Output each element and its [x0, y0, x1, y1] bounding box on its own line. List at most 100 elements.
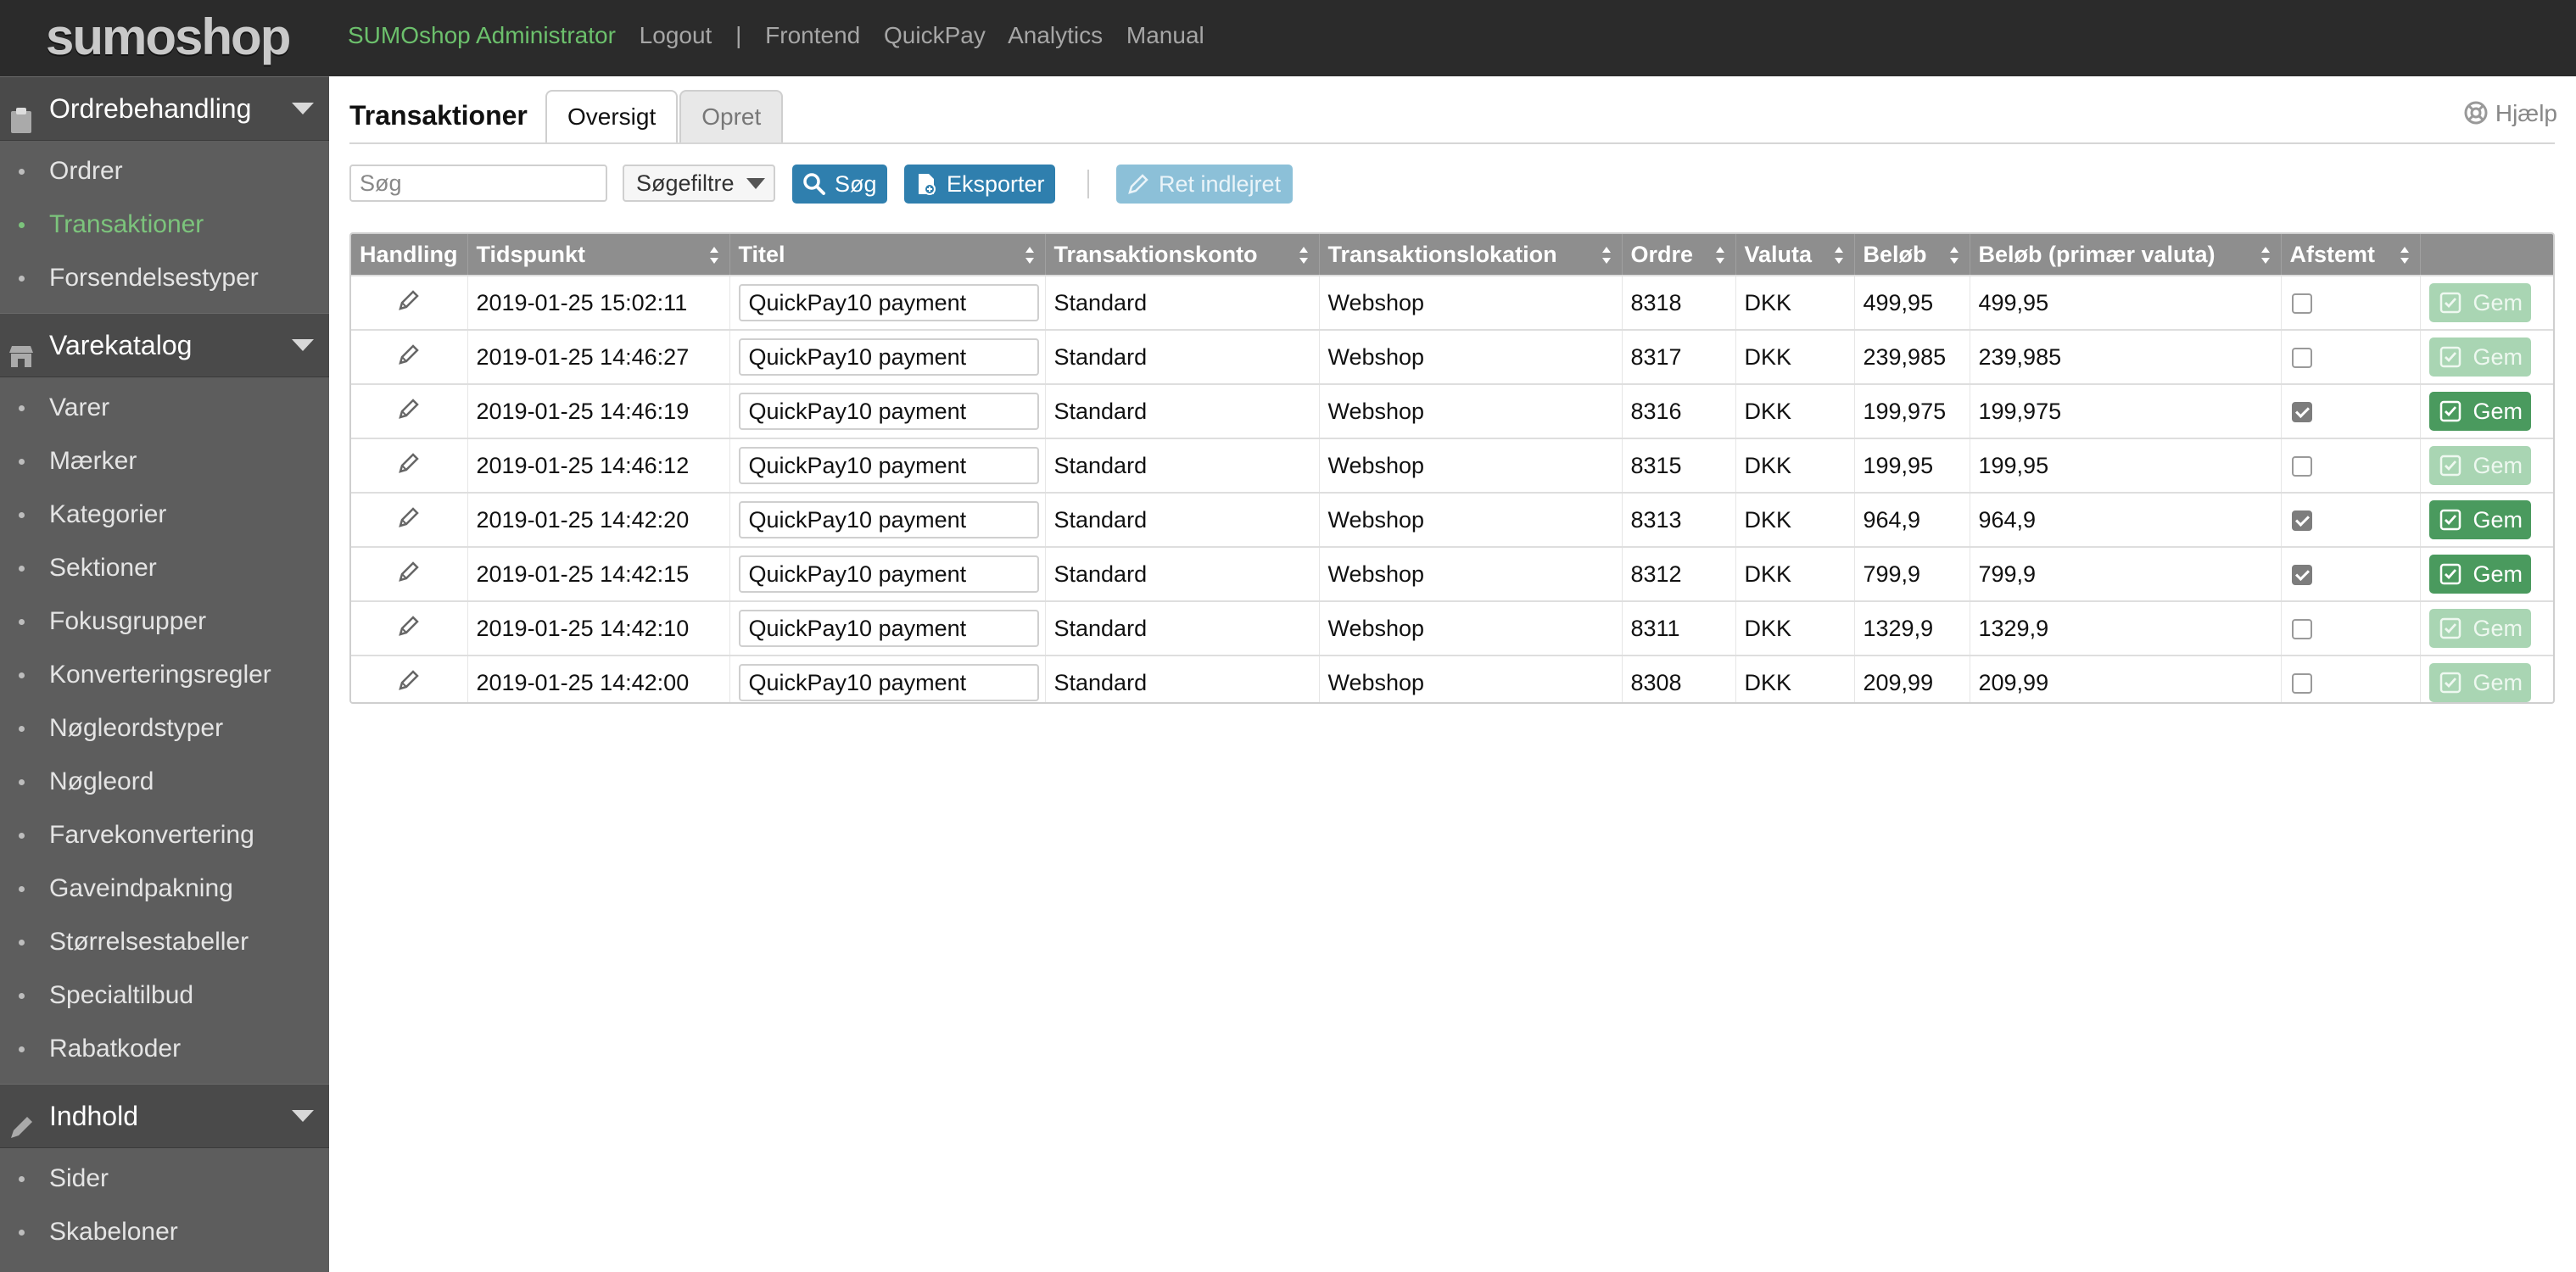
sidebar-item[interactable]: Ordrer — [0, 144, 329, 198]
sidebar-item[interactable]: Varer — [0, 381, 329, 434]
sidebar-item[interactable]: Forsendelsestyper — [0, 251, 329, 304]
reconciled-checkbox[interactable] — [2291, 510, 2312, 532]
sidebar-item[interactable]: Nøgleordstyper — [0, 701, 329, 755]
search-button[interactable]: Søg — [792, 165, 887, 204]
quickpay-link[interactable]: QuickPay — [884, 22, 986, 48]
sidebar-section-ordrebehandling[interactable]: Ordrebehandling — [0, 76, 329, 141]
tab-opret[interactable]: Opret — [679, 90, 784, 142]
sidebar-item[interactable]: Størrelsestabeller — [0, 915, 329, 968]
chevron-down-icon[interactable] — [292, 103, 314, 114]
sidebar-item[interactable]: Konverteringsregler — [0, 648, 329, 701]
sumoshop-logo[interactable]: sumoshop — [46, 3, 291, 71]
reconciled-checkbox[interactable] — [2291, 619, 2312, 640]
col-valuta[interactable]: Valuta — [1735, 234, 1855, 276]
amount-primary-cell: 799,9 — [1970, 546, 2282, 601]
save-button[interactable]: Gem — [2428, 392, 2531, 431]
pencil-icon[interactable] — [396, 561, 422, 589]
analytics-link[interactable]: Analytics — [1008, 22, 1103, 48]
title-input[interactable] — [738, 338, 1039, 376]
amount-primary-cell: 209,99 — [1970, 655, 2282, 702]
pen-icon — [7, 1102, 36, 1138]
edit-inline-button[interactable]: Ret indlejret — [1116, 165, 1293, 204]
reconciled-checkbox[interactable] — [2291, 673, 2312, 695]
pencil-icon[interactable] — [396, 289, 422, 318]
reconciled-checkbox[interactable] — [2291, 293, 2312, 315]
search-filter-select[interactable]: Søgefiltre — [623, 165, 775, 202]
save-button[interactable]: Gem — [2428, 500, 2531, 539]
chevron-down-icon — [746, 178, 765, 189]
save-button-label: Gem — [2473, 507, 2523, 533]
col-transaktionslokation[interactable]: Transaktionslokation — [1319, 234, 1623, 276]
sort-icon — [709, 247, 718, 264]
amount-primary-cell: 199,95 — [1970, 438, 2282, 493]
sidebar-item[interactable]: Skabeloner — [0, 1205, 329, 1258]
sidebar-item[interactable]: Fokusgrupper — [0, 594, 329, 648]
export-button[interactable]: Eksporter — [904, 165, 1055, 204]
sidebar-item[interactable]: Nøgleord — [0, 755, 329, 808]
title-input[interactable] — [738, 393, 1039, 430]
sidebar-item[interactable]: Sektioner — [0, 541, 329, 594]
save-button[interactable]: Gem — [2428, 446, 2531, 485]
sidebar-item[interactable]: Specialtilbud — [0, 968, 329, 1022]
sidebar-item[interactable]: Rabatkoder — [0, 1022, 329, 1075]
save-button[interactable]: Gem — [2428, 338, 2531, 377]
transactions-table: Handling Tidspunkt Titel Transaktionskon… — [349, 232, 2555, 704]
reconciled-checkbox[interactable] — [2291, 565, 2312, 586]
col-titel[interactable]: Titel — [729, 234, 1046, 276]
reconciled-checkbox[interactable] — [2291, 456, 2312, 477]
save-button[interactable]: Gem — [2428, 663, 2531, 702]
save-button-label: Gem — [2473, 290, 2523, 315]
time-cell: 2019-01-25 14:42:10 — [467, 600, 730, 656]
title-input[interactable] — [738, 284, 1039, 321]
amount-cell: 209,99 — [1854, 655, 1970, 702]
col-beloeb-primaer[interactable]: Beløb (primær valuta) — [1970, 234, 2282, 276]
sidebar-section-indhold[interactable]: Indhold — [0, 1084, 329, 1148]
pencil-icon[interactable] — [396, 669, 422, 698]
reconciled-checkbox[interactable] — [2291, 348, 2312, 369]
frontend-link[interactable]: Frontend — [765, 22, 860, 48]
col-afstemt[interactable]: Afstemt — [2281, 234, 2421, 276]
sidebar-item[interactable]: Sider — [0, 1152, 329, 1205]
pencil-icon[interactable] — [396, 343, 422, 372]
sidebar-item-label: Transaktioner — [49, 210, 204, 238]
search-input[interactable] — [349, 165, 607, 202]
save-cell: Gem — [2420, 546, 2553, 601]
sidebar-item[interactable]: Mærker — [0, 434, 329, 488]
sidebar-item[interactable]: Farvekonvertering — [0, 808, 329, 862]
pencil-icon[interactable] — [396, 506, 422, 535]
sidebar-item[interactable]: Kategorier — [0, 488, 329, 541]
sidebar-item[interactable]: Transaktioner — [0, 198, 329, 251]
account-cell: Standard — [1045, 438, 1320, 493]
edit-cell — [351, 492, 468, 547]
title-input[interactable] — [738, 555, 1039, 593]
sidebar-section-label: Indhold — [49, 1101, 138, 1131]
sidebar-section-varekatalog[interactable]: Varekatalog — [0, 313, 329, 377]
chevron-down-icon[interactable] — [292, 339, 314, 351]
save-button[interactable]: Gem — [2428, 283, 2531, 322]
chevron-down-icon[interactable] — [292, 1110, 314, 1122]
pencil-icon[interactable] — [396, 398, 422, 427]
title-input[interactable] — [738, 664, 1039, 701]
admin-link[interactable]: SUMOshop Administrator — [348, 22, 616, 48]
tab-oversigt[interactable]: Oversigt — [545, 90, 679, 142]
manual-link[interactable]: Manual — [1126, 22, 1204, 48]
title-input[interactable] — [738, 447, 1039, 484]
col-ordre[interactable]: Ordre — [1622, 234, 1736, 276]
col-transaktionskonto[interactable]: Transaktionskonto — [1045, 234, 1320, 276]
save-button[interactable]: Gem — [2428, 609, 2531, 648]
col-tidspunkt[interactable]: Tidspunkt — [467, 234, 730, 276]
sidebar-item[interactable]: Menuer — [0, 1258, 329, 1272]
col-beloeb[interactable]: Beløb — [1854, 234, 1970, 276]
export-button-label: Eksporter — [947, 171, 1045, 197]
title-input[interactable] — [738, 610, 1039, 647]
pencil-icon[interactable] — [396, 615, 422, 644]
pencil-icon[interactable] — [396, 452, 422, 481]
help-link[interactable]: Hjælp — [2463, 100, 2557, 127]
logout-link[interactable]: Logout — [640, 22, 712, 48]
title-input[interactable] — [738, 501, 1039, 538]
save-button[interactable]: Gem — [2428, 555, 2531, 594]
reconciled-checkbox[interactable] — [2291, 402, 2312, 423]
sidebar-item[interactable]: Gaveindpakning — [0, 862, 329, 915]
account-cell: Standard — [1045, 492, 1320, 547]
save-cell: Gem — [2420, 383, 2553, 438]
